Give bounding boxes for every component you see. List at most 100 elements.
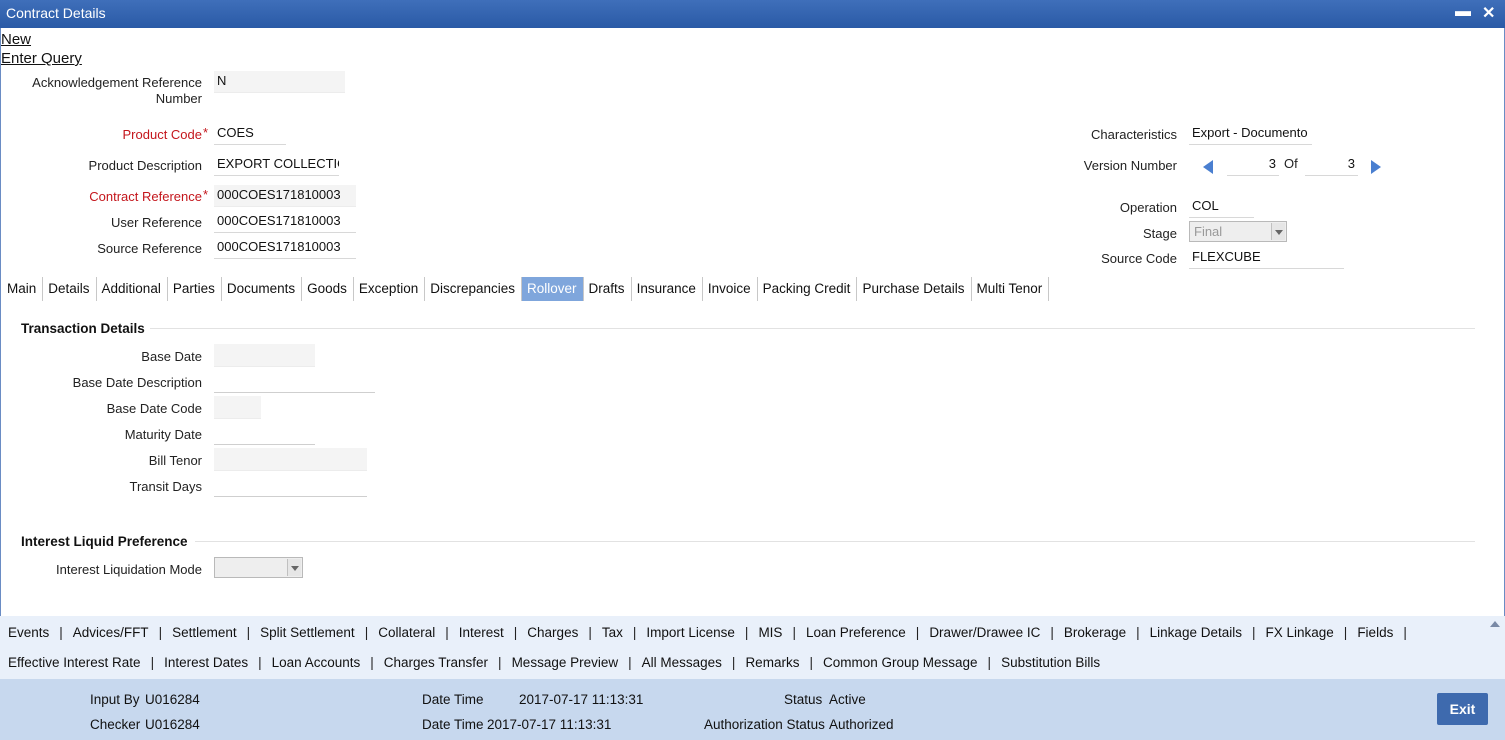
- auth-status-label: Authorization Status: [704, 717, 825, 732]
- product-code-field[interactable]: COES: [214, 123, 286, 145]
- tab-multi-tenor[interactable]: Multi Tenor: [972, 277, 1050, 301]
- link-remarks[interactable]: Remarks: [745, 655, 799, 670]
- tab-documents[interactable]: Documents: [222, 277, 303, 301]
- link-separator: |: [792, 625, 796, 640]
- product-desc-label: Product Description: [88, 158, 202, 173]
- tab-discrepancies[interactable]: Discrepancies: [425, 277, 523, 301]
- version-of-label: Of: [1284, 156, 1298, 171]
- source-code-label: Source Code: [1101, 251, 1177, 266]
- exit-button[interactable]: Exit: [1437, 693, 1488, 725]
- chevron-down-icon: [1271, 223, 1285, 240]
- transit-days-field[interactable]: [214, 474, 367, 497]
- link-charges[interactable]: Charges: [527, 625, 578, 640]
- link-separator: |: [731, 655, 736, 670]
- link-tax[interactable]: Tax: [602, 625, 623, 640]
- tab-invoice[interactable]: Invoice: [703, 277, 758, 301]
- link-separator: |: [809, 655, 813, 670]
- section-divider: [195, 541, 1475, 542]
- input-date-time-label: Date Time: [422, 692, 484, 707]
- link-separator: |: [588, 625, 592, 640]
- minimize-icon[interactable]: ▬: [1455, 3, 1471, 21]
- link-separator: |: [370, 655, 374, 670]
- tab-parties[interactable]: Parties: [168, 277, 222, 301]
- base-date-code-label: Base Date Code: [106, 401, 202, 416]
- ack-ref-field[interactable]: N: [214, 71, 345, 93]
- link-drawer-drawee-ic[interactable]: Drawer/Drawee IC: [929, 625, 1040, 640]
- link-linkage-details[interactable]: Linkage Details: [1150, 625, 1242, 640]
- status-value: Active: [829, 692, 866, 707]
- link-effective-interest-rate[interactable]: Effective Interest Rate: [8, 655, 141, 670]
- link-separator: |: [1136, 625, 1140, 640]
- version-current-field[interactable]: 3: [1227, 154, 1279, 176]
- product-desc-field[interactable]: EXPORT COLLECTIO: [214, 154, 339, 176]
- link-events[interactable]: Events: [8, 625, 49, 640]
- product-code-label: Product Code: [20, 127, 203, 142]
- base-date-code-field[interactable]: [214, 396, 261, 419]
- link-substitution-bills[interactable]: Substitution Bills: [1001, 655, 1100, 670]
- previous-version-icon[interactable]: [1203, 160, 1213, 174]
- stage-select-value: Final: [1194, 224, 1223, 239]
- link-mis[interactable]: MIS: [758, 625, 782, 640]
- checker-date-time-value: 2017-07-17 11:13:31: [487, 717, 612, 732]
- link-common-group-message[interactable]: Common Group Message: [823, 655, 978, 670]
- link-message-preview[interactable]: Message Preview: [512, 655, 619, 670]
- stage-label: Stage: [1143, 226, 1177, 241]
- ack-ref-label-line1: Acknowledgement Reference: [32, 75, 202, 90]
- base-date-desc-field[interactable]: [214, 370, 375, 393]
- scroll-up-icon[interactable]: [1490, 621, 1500, 627]
- maturity-date-field[interactable]: [214, 422, 315, 445]
- tab-rollover[interactable]: Rollover: [522, 277, 584, 301]
- link-interest[interactable]: Interest: [459, 625, 504, 640]
- link-loan-preference[interactable]: Loan Preference: [806, 625, 906, 640]
- tab-additional[interactable]: Additional: [97, 277, 168, 301]
- operation-field[interactable]: COL: [1189, 196, 1254, 218]
- contract-ref-label: Contract Reference: [89, 189, 202, 204]
- transaction-details-title: Transaction Details: [21, 321, 145, 336]
- link-fields[interactable]: Fields: [1357, 625, 1393, 640]
- link-interest-dates[interactable]: Interest Dates: [164, 655, 248, 670]
- link-separator: |: [1343, 625, 1348, 640]
- input-by-value: U016284: [145, 692, 200, 707]
- close-icon[interactable]: ✕: [1482, 3, 1495, 23]
- link-import-license[interactable]: Import License: [646, 625, 735, 640]
- link-advices-fft[interactable]: Advices/FFT: [73, 625, 149, 640]
- new-link[interactable]: New: [1, 31, 31, 48]
- base-date-field[interactable]: [214, 344, 315, 367]
- link-separator: |: [364, 625, 369, 640]
- link-separator: |: [445, 625, 449, 640]
- link-settlement[interactable]: Settlement: [172, 625, 237, 640]
- base-date-label: Base Date: [141, 349, 202, 364]
- link-charges-transfer[interactable]: Charges Transfer: [384, 655, 488, 670]
- window-titlebar: Contract Details ▬ ✕: [0, 0, 1505, 28]
- source-code-field[interactable]: FLEXCUBE: [1189, 247, 1344, 269]
- tab-bar: Main Details Additional Parties Documents Goo…: [2, 277, 1050, 301]
- contract-ref-field[interactable]: 000COES171810003: [214, 185, 356, 207]
- characteristics-field[interactable]: Export - Documento: [1189, 123, 1312, 145]
- tab-purchase-details[interactable]: Purchase Details: [857, 277, 972, 301]
- link-collateral[interactable]: Collateral: [378, 625, 435, 640]
- tab-goods[interactable]: Goods: [302, 277, 354, 301]
- tab-exception[interactable]: Exception: [354, 277, 426, 301]
- user-ref-field[interactable]: 000COES171810003: [214, 211, 356, 233]
- tab-main[interactable]: Main: [2, 277, 44, 301]
- link-separator: |: [258, 655, 262, 670]
- link-all-messages[interactable]: All Messages: [642, 655, 722, 670]
- tab-packing-credit[interactable]: Packing Credit: [758, 277, 858, 301]
- interest-mode-select[interactable]: [214, 557, 303, 578]
- stage-select[interactable]: Final: [1189, 221, 1287, 242]
- link-separator: |: [498, 655, 502, 670]
- link-loan-accounts[interactable]: Loan Accounts: [272, 655, 361, 670]
- source-ref-field[interactable]: 000COES171810003: [214, 237, 356, 259]
- tab-drafts[interactable]: Drafts: [584, 277, 632, 301]
- link-separator: |: [59, 625, 63, 640]
- tab-details[interactable]: Details: [43, 277, 97, 301]
- enter-query-link[interactable]: Enter Query: [1, 50, 82, 67]
- bill-tenor-field[interactable]: [214, 448, 367, 471]
- link-split-settlement[interactable]: Split Settlement: [260, 625, 355, 640]
- transit-days-label: Transit Days: [129, 479, 202, 494]
- link-fx-linkage[interactable]: FX Linkage: [1266, 625, 1334, 640]
- tab-insurance[interactable]: Insurance: [632, 277, 703, 301]
- link-brokerage[interactable]: Brokerage: [1064, 625, 1126, 640]
- link-separator: |: [513, 625, 518, 640]
- next-version-icon[interactable]: [1371, 160, 1381, 174]
